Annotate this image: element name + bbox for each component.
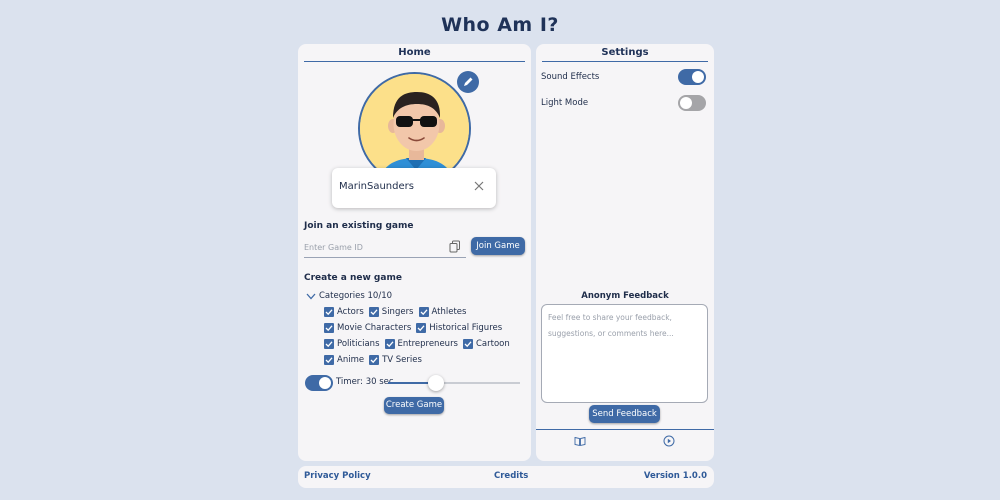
play-circle-icon[interactable]	[663, 435, 675, 447]
privacy-policy-link[interactable]: Privacy Policy	[304, 471, 371, 481]
categories-toggle[interactable]: Categories 10/10	[306, 291, 392, 301]
category-row: Actors Singers Athletes	[324, 307, 471, 317]
timer-toggle[interactable]	[305, 375, 333, 391]
checkbox[interactable]	[384, 339, 395, 349]
check-icon	[417, 325, 425, 332]
category-item[interactable]: Historical Figures	[416, 323, 502, 333]
category-item[interactable]: TV Series	[369, 355, 422, 365]
timer-label: Timer: 30 sec	[336, 377, 394, 387]
category-item[interactable]: Actors	[324, 307, 364, 317]
settings-title: Settings	[601, 47, 649, 58]
category-item[interactable]: Cartoon	[463, 339, 510, 349]
username-card[interactable]: MarinSaunders	[332, 168, 496, 208]
checkbox[interactable]	[324, 355, 334, 365]
check-icon	[464, 341, 472, 348]
category-label: Anime	[337, 355, 365, 365]
category-label: Movie Characters	[337, 323, 412, 333]
check-icon	[325, 325, 333, 332]
pencil-icon	[464, 77, 473, 86]
sound-effects-toggle[interactable]	[678, 69, 706, 85]
check-icon	[370, 309, 378, 316]
category-item[interactable]: Anime	[324, 355, 364, 365]
checkbox[interactable]	[324, 339, 334, 349]
credits-link[interactable]: Credits	[494, 471, 528, 481]
category-label: Singers	[381, 307, 414, 317]
category-item[interactable]: Movie Characters	[324, 323, 411, 333]
home-panel: Home MarinSaunders Join an existing game…	[298, 44, 531, 461]
edit-avatar-button[interactable]	[457, 71, 479, 93]
category-label: TV Series	[382, 355, 422, 365]
checkbox[interactable]	[368, 307, 379, 317]
checkbox[interactable]	[324, 307, 334, 317]
create-game-heading: Create a new game	[304, 273, 402, 283]
checkbox[interactable]	[324, 323, 334, 333]
book-icon[interactable]	[574, 435, 586, 447]
home-title-divider	[304, 61, 525, 62]
footer: Privacy Policy Credits Version 1.0.0	[298, 466, 714, 488]
category-row: Movie Characters Historical Figures	[324, 323, 507, 333]
username-field[interactable]: MarinSaunders	[339, 181, 414, 192]
create-game-button[interactable]: Create Game	[384, 397, 444, 414]
join-game-button[interactable]: Join Game	[471, 237, 525, 255]
category-row: Anime TV Series	[324, 355, 427, 365]
check-icon	[325, 309, 333, 316]
send-feedback-button[interactable]: Send Feedback	[589, 405, 660, 423]
clear-username-icon[interactable]	[472, 179, 486, 193]
light-mode-label: Light Mode	[541, 98, 589, 108]
toggle-knob	[319, 377, 331, 389]
settings-title-divider	[542, 61, 708, 62]
checkbox[interactable]	[418, 307, 429, 317]
check-icon	[325, 357, 333, 364]
game-id-input[interactable]	[304, 238, 466, 258]
checkbox[interactable]	[416, 323, 427, 333]
category-item[interactable]: Singers	[368, 307, 414, 317]
category-label: Historical Figures	[429, 323, 503, 333]
settings-panel: Settings Sound Effects Light Mode Anonym…	[536, 44, 714, 461]
timer-slider[interactable]	[388, 375, 520, 391]
light-mode-toggle[interactable]	[678, 95, 706, 111]
category-row: Politicians Entrepreneurs Cartoon	[324, 339, 515, 349]
category-label: Athletes	[431, 307, 467, 317]
home-title: Home	[398, 47, 431, 58]
category-label: Actors	[337, 307, 364, 317]
join-game-heading: Join an existing game	[304, 221, 414, 231]
checkbox[interactable]	[463, 339, 473, 349]
version-label: Version 1.0.0	[643, 471, 707, 481]
category-label: Entrepreneurs	[397, 339, 459, 349]
chevron-down-icon	[306, 293, 316, 299]
app-title: Who Am I?	[441, 14, 559, 36]
timer-slider-thumb[interactable]	[428, 375, 444, 391]
category-item[interactable]: Entrepreneurs	[384, 339, 459, 349]
category-item[interactable]: Politicians	[324, 339, 380, 349]
check-icon	[386, 341, 393, 348]
check-icon	[420, 309, 427, 316]
sound-effects-label: Sound Effects	[541, 72, 600, 82]
categories-label: Categories 10/10	[319, 291, 393, 301]
check-icon	[325, 341, 333, 348]
settings-bottom-divider	[536, 429, 714, 430]
feedback-textarea[interactable]	[541, 304, 708, 403]
paste-icon[interactable]	[449, 240, 461, 253]
category-item[interactable]: Athletes	[418, 307, 467, 317]
category-label: Politicians	[337, 339, 380, 349]
feedback-title: Anonym Feedback	[581, 291, 669, 301]
category-label: Cartoon	[476, 339, 510, 349]
check-icon	[370, 357, 378, 364]
toggle-knob	[680, 97, 692, 109]
checkbox[interactable]	[369, 355, 380, 365]
toggle-knob	[692, 71, 704, 83]
